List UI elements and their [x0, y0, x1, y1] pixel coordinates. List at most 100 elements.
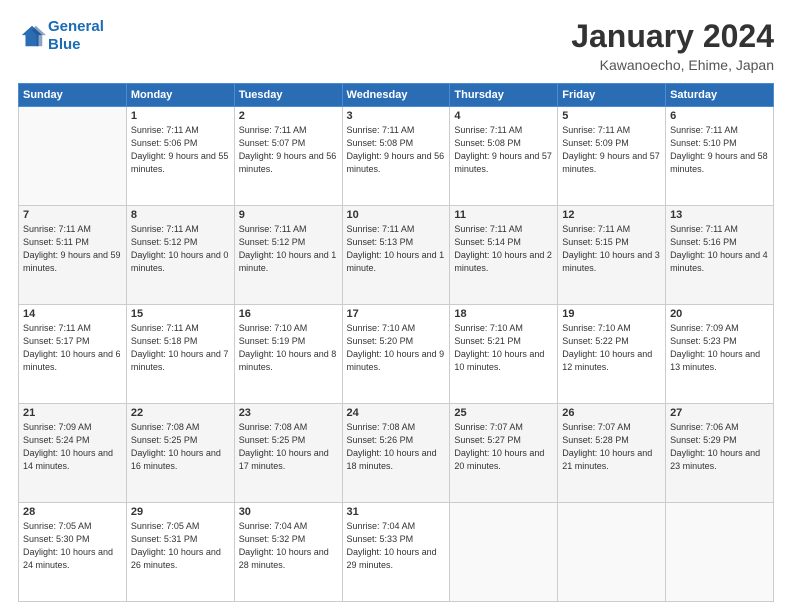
day-info: Sunrise: 7:11 AMSunset: 5:13 PMDaylight:…: [347, 223, 446, 275]
day-number: 25: [454, 407, 553, 419]
day-number: 13: [670, 209, 769, 221]
col-thursday: Thursday: [450, 84, 558, 107]
day-info: Sunrise: 7:04 AMSunset: 5:32 PMDaylight:…: [239, 520, 338, 572]
day-info: Sunrise: 7:11 AMSunset: 5:12 PMDaylight:…: [239, 223, 338, 275]
day-info: Sunrise: 7:11 AMSunset: 5:11 PMDaylight:…: [23, 223, 122, 275]
day-number: 17: [347, 308, 446, 320]
main-title: January 2024: [571, 18, 774, 55]
calendar-header-row: Sunday Monday Tuesday Wednesday Thursday…: [19, 84, 774, 107]
table-row: 14 Sunrise: 7:11 AMSunset: 5:17 PMDayligh…: [19, 305, 127, 404]
table-row: 8 Sunrise: 7:11 AMSunset: 5:12 PMDaylight…: [126, 206, 234, 305]
day-number: 19: [562, 308, 661, 320]
day-number: 14: [23, 308, 122, 320]
table-row: 10 Sunrise: 7:11 AMSunset: 5:13 PMDayligh…: [342, 206, 450, 305]
table-row: 30Sunrise: 7:04 AMSunset: 5:32 PMDayligh…: [234, 503, 342, 602]
day-info: Sunrise: 7:11 AMSunset: 5:15 PMDaylight:…: [562, 223, 661, 275]
day-info: Sunrise: 7:09 AMSunset: 5:24 PMDaylight:…: [23, 421, 122, 473]
col-monday: Monday: [126, 84, 234, 107]
day-info: Sunrise: 7:11 AMSunset: 5:12 PMDaylight:…: [131, 223, 230, 275]
day-info: Sunrise: 7:04 AMSunset: 5:33 PMDaylight:…: [347, 520, 446, 572]
calendar-table: Sunday Monday Tuesday Wednesday Thursday…: [18, 83, 774, 602]
col-saturday: Saturday: [666, 84, 774, 107]
table-row: 4 Sunrise: 7:11 AMSunset: 5:08 PMDaylight…: [450, 107, 558, 206]
table-row: 7Sunrise: 7:11 AMSunset: 5:11 PMDaylight…: [19, 206, 127, 305]
day-info: Sunrise: 7:08 AMSunset: 5:25 PMDaylight:…: [131, 421, 230, 473]
table-row: 12 Sunrise: 7:11 AMSunset: 5:15 PMDayligh…: [558, 206, 666, 305]
col-tuesday: Tuesday: [234, 84, 342, 107]
day-info: Sunrise: 7:11 AMSunset: 5:09 PMDaylight:…: [562, 124, 661, 176]
day-info: Sunrise: 7:08 AMSunset: 5:26 PMDaylight:…: [347, 421, 446, 473]
day-info: Sunrise: 7:07 AMSunset: 5:28 PMDaylight:…: [562, 421, 661, 473]
day-info: Sunrise: 7:07 AMSunset: 5:27 PMDaylight:…: [454, 421, 553, 473]
day-number: 10: [347, 209, 446, 221]
logo-text: General Blue: [48, 18, 104, 54]
day-number: 15: [131, 308, 230, 320]
header: General Blue January 2024 Kawanoecho, Eh…: [18, 18, 774, 73]
day-number: 5: [562, 110, 661, 122]
table-row: [666, 503, 774, 602]
table-row: 3Sunrise: 7:11 AMSunset: 5:08 PMDaylight…: [342, 107, 450, 206]
day-number: 3: [347, 110, 446, 122]
table-row: [558, 503, 666, 602]
table-row: 29 Sunrise: 7:05 AMSunset: 5:31 PMDayligh…: [126, 503, 234, 602]
table-row: 6Sunrise: 7:11 AMSunset: 5:10 PMDaylight…: [666, 107, 774, 206]
table-row: 21 Sunrise: 7:09 AMSunset: 5:24 PMDayligh…: [19, 404, 127, 503]
calendar-week-row: 28 Sunrise: 7:05 AMSunset: 5:30 PMDayligh…: [19, 503, 774, 602]
table-row: 16Sunrise: 7:10 AMSunset: 5:19 PMDayligh…: [234, 305, 342, 404]
table-row: 19 Sunrise: 7:10 AMSunset: 5:22 PMDayligh…: [558, 305, 666, 404]
day-number: 20: [670, 308, 769, 320]
day-number: 31: [347, 506, 446, 518]
col-friday: Friday: [558, 84, 666, 107]
day-info: Sunrise: 7:06 AMSunset: 5:29 PMDaylight:…: [670, 421, 769, 473]
table-row: 9 Sunrise: 7:11 AMSunset: 5:12 PMDaylight…: [234, 206, 342, 305]
subtitle: Kawanoecho, Ehime, Japan: [571, 57, 774, 73]
day-info: Sunrise: 7:11 AMSunset: 5:08 PMDaylight:…: [454, 124, 553, 176]
day-number: 18: [454, 308, 553, 320]
table-row: 13Sunrise: 7:11 AMSunset: 5:16 PMDayligh…: [666, 206, 774, 305]
table-row: 24 Sunrise: 7:08 AMSunset: 5:26 PMDayligh…: [342, 404, 450, 503]
day-info: Sunrise: 7:10 AMSunset: 5:20 PMDaylight:…: [347, 322, 446, 374]
day-info: Sunrise: 7:11 AMSunset: 5:17 PMDaylight:…: [23, 322, 122, 374]
day-info: Sunrise: 7:11 AMSunset: 5:18 PMDaylight:…: [131, 322, 230, 374]
table-row: 18 Sunrise: 7:10 AMSunset: 5:21 PMDayligh…: [450, 305, 558, 404]
table-row: 27 Sunrise: 7:06 AMSunset: 5:29 PMDayligh…: [666, 404, 774, 503]
day-number: 11: [454, 209, 553, 221]
day-info: Sunrise: 7:10 AMSunset: 5:22 PMDaylight:…: [562, 322, 661, 374]
day-number: 4: [454, 110, 553, 122]
day-info: Sunrise: 7:05 AMSunset: 5:31 PMDaylight:…: [131, 520, 230, 572]
day-info: Sunrise: 7:10 AMSunset: 5:21 PMDaylight:…: [454, 322, 553, 374]
day-info: Sunrise: 7:05 AMSunset: 5:30 PMDaylight:…: [23, 520, 122, 572]
table-row: 26 Sunrise: 7:07 AMSunset: 5:28 PMDayligh…: [558, 404, 666, 503]
day-number: 21: [23, 407, 122, 419]
day-info: Sunrise: 7:11 AMSunset: 5:14 PMDaylight:…: [454, 223, 553, 275]
day-number: 1: [131, 110, 230, 122]
table-row: 31 Sunrise: 7:04 AMSunset: 5:33 PMDayligh…: [342, 503, 450, 602]
calendar-week-row: 7Sunrise: 7:11 AMSunset: 5:11 PMDaylight…: [19, 206, 774, 305]
day-info: Sunrise: 7:09 AMSunset: 5:23 PMDaylight:…: [670, 322, 769, 374]
table-row: 11 Sunrise: 7:11 AMSunset: 5:14 PMDayligh…: [450, 206, 558, 305]
day-number: 9: [239, 209, 338, 221]
day-number: 24: [347, 407, 446, 419]
day-number: 23: [239, 407, 338, 419]
table-row: 22 Sunrise: 7:08 AMSunset: 5:25 PMDayligh…: [126, 404, 234, 503]
col-wednesday: Wednesday: [342, 84, 450, 107]
table-row: 17 Sunrise: 7:10 AMSunset: 5:20 PMDayligh…: [342, 305, 450, 404]
day-number: 12: [562, 209, 661, 221]
col-sunday: Sunday: [19, 84, 127, 107]
day-number: 27: [670, 407, 769, 419]
title-block: January 2024 Kawanoecho, Ehime, Japan: [571, 18, 774, 73]
table-row: 15 Sunrise: 7:11 AMSunset: 5:18 PMDayligh…: [126, 305, 234, 404]
logo-line2: Blue: [48, 36, 81, 53]
day-number: 2: [239, 110, 338, 122]
calendar-week-row: 21 Sunrise: 7:09 AMSunset: 5:24 PMDayligh…: [19, 404, 774, 503]
day-number: 26: [562, 407, 661, 419]
page: General Blue January 2024 Kawanoecho, Eh…: [0, 0, 792, 612]
table-row: 20 Sunrise: 7:09 AMSunset: 5:23 PMDayligh…: [666, 305, 774, 404]
day-number: 22: [131, 407, 230, 419]
logo: General Blue: [18, 18, 104, 54]
day-number: 29: [131, 506, 230, 518]
table-row: 2Sunrise: 7:11 AMSunset: 5:07 PMDaylight…: [234, 107, 342, 206]
table-row: 5 Sunrise: 7:11 AMSunset: 5:09 PMDaylight…: [558, 107, 666, 206]
day-number: 28: [23, 506, 122, 518]
day-number: 8: [131, 209, 230, 221]
